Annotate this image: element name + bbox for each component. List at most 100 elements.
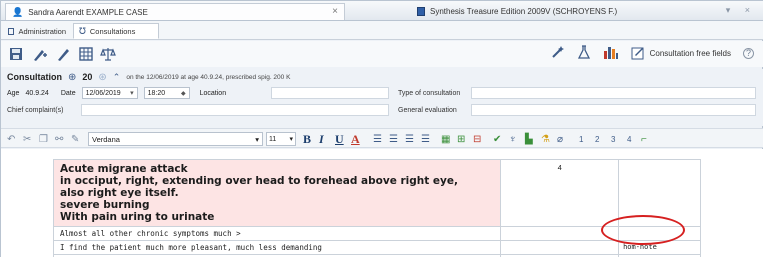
chief-complaint-input[interactable] [81, 104, 389, 116]
align-right-icon[interactable]: ☰ [405, 132, 414, 146]
table-row: Acute migrane attack in occiput, right, … [52, 159, 701, 227]
chevron-down-icon[interactable]: ▾ [130, 89, 134, 97]
time-field[interactable]: 18:20 ◆ [143, 87, 190, 99]
tab-administration[interactable]: Administration [3, 23, 71, 39]
type-of-consultation-input[interactable] [471, 87, 756, 99]
symptom-line: severe burning [60, 199, 150, 211]
font-size-value: 11 [269, 135, 277, 143]
scale-icon[interactable] [99, 46, 117, 62]
time-value: 18:20 [147, 89, 166, 97]
symptom-cell[interactable]: Almost all other chronic symptoms much > [52, 226, 502, 241]
age-value: 40.9.24 [25, 89, 49, 97]
location-label: Location [199, 89, 227, 97]
toolbar-right: Consultation free fields ? [551, 45, 754, 61]
collapse-icon[interactable]: ⌃ [113, 72, 121, 83]
id-card-icon [8, 27, 15, 35]
app-window: 👤 Sandra Aarendt EXAMPLE CASE × Synthesi… [0, 0, 763, 257]
window-controls[interactable]: ▾ × [726, 5, 756, 16]
copy-icon[interactable]: ❐ [39, 132, 48, 146]
flask-icon[interactable] [577, 45, 591, 61]
add-note-icon[interactable] [31, 46, 49, 62]
grade-cell[interactable]: 4 [500, 159, 620, 227]
delete-row-icon[interactable]: ⊟ [473, 132, 481, 146]
text-color-button[interactable]: A [351, 132, 360, 146]
highlighter-icon[interactable]: ✎ [71, 132, 79, 146]
save-icon[interactable] [7, 46, 25, 62]
underline-button[interactable]: U [335, 132, 344, 146]
tab-patient-label: Sandra Aarendt EXAMPLE CASE [28, 7, 148, 17]
general-evaluation-label: General evaluation [398, 107, 457, 114]
consultation-document[interactable]: Acute migrane attack in occiput, right, … [1, 149, 763, 257]
check-icon[interactable]: ✔ [493, 132, 501, 146]
consultation-summary: on the 12/06/2019 at age 40.9.24, prescr… [126, 73, 291, 81]
tab-consultations-label: Consultations [89, 26, 136, 36]
clear-format-icon[interactable]: ⌐ [641, 132, 647, 146]
repertory-icon[interactable]: ♆ [509, 132, 517, 146]
age-label: Age [7, 89, 20, 97]
align-left-icon[interactable]: ☰ [373, 132, 382, 146]
symptom-line: With pain uring to urinate [60, 211, 215, 223]
edit-icon[interactable] [55, 46, 73, 62]
align-center-icon[interactable]: ☰ [389, 132, 398, 146]
previous-consultation-icon[interactable]: ⊕ [68, 72, 76, 83]
help-icon[interactable]: ? [743, 47, 754, 59]
tab-administration-label: Administration [18, 26, 66, 36]
table-icon[interactable] [77, 46, 95, 62]
notes-table: Acute migrane attack in occiput, right, … [52, 159, 701, 257]
stethoscope-icon: ℧ [79, 25, 86, 36]
link-icon[interactable]: ⚯ [55, 132, 63, 146]
symptom-line: in occiput, right, extending over head t… [60, 175, 458, 187]
tab-consultations[interactable]: ℧ Consultations [73, 23, 159, 39]
consultation-info-panel: Consultation ⊕ 20 ⊛ ⌃ on the 12/06/2019 … [1, 69, 763, 126]
undo-icon[interactable]: ↶ [7, 132, 15, 146]
subtab-bar: Administration ℧ Consultations [1, 21, 763, 40]
date-value: 12/06/2019 [85, 89, 121, 97]
consultation-free-fields-button[interactable]: Consultation free fields [631, 46, 731, 60]
free-fields-icon [631, 47, 644, 60]
next-consultation-icon[interactable]: ⊛ [98, 72, 106, 83]
format-toolbar: ↶ ✂ ❐ ⚯ ✎ Verdana ▾ 11 ▾ B I U A ☰ ☰ ☰ ☰… [1, 128, 763, 148]
location-input[interactable] [271, 87, 389, 99]
type-of-consultation-label: Type of consultation [398, 90, 461, 97]
tab-repertory-label: Synthesis Treasure Edition 2009V (SCHROY… [430, 7, 618, 16]
tab-repertory[interactable]: Synthesis Treasure Edition 2009V (SCHROY… [411, 3, 701, 20]
date-label: Date [60, 89, 76, 97]
level-3-button[interactable]: 3 [611, 132, 615, 146]
font-size-select[interactable]: 11 ▾ [266, 132, 296, 146]
chart-icon[interactable]: ▙ [525, 132, 533, 146]
font-family-value: Verdana [92, 134, 120, 144]
window-tab-strip: 👤 Sandra Aarendt EXAMPLE CASE × Synthesi… [1, 1, 763, 21]
date-field[interactable]: 12/06/2019 ▾ [81, 87, 138, 99]
chevron-down-icon: ▾ [289, 136, 293, 143]
tab-patient[interactable]: 👤 Sandra Aarendt EXAMPLE CASE × [5, 3, 345, 20]
symptom-cell-main[interactable]: Acute migrane attack in occiput, right, … [52, 159, 502, 227]
level-4-button[interactable]: 4 [627, 132, 631, 146]
italic-button[interactable]: I [319, 132, 324, 146]
attach-icon[interactable]: ⌀ [557, 132, 563, 146]
symptom-line: Acute migrane attack [60, 163, 188, 175]
insert-row-icon[interactable]: ⊞ [457, 132, 465, 146]
chevron-down-icon: ▾ [255, 134, 259, 144]
cut-icon[interactable]: ✂ [23, 132, 31, 146]
book-icon [417, 7, 425, 16]
insert-table-icon[interactable]: ▦ [441, 132, 450, 146]
symptom-cell[interactable]: I find the patient much more pleasant, m… [52, 240, 502, 255]
bold-button[interactable]: B [303, 132, 311, 146]
annotation-oval [601, 215, 685, 245]
chief-complaint-label: Chief complaint(s) [7, 107, 64, 114]
remedy-icon[interactable]: ⚗ [541, 132, 550, 146]
symptom-line: also right eye itself. [60, 187, 179, 199]
grade-cell[interactable] [500, 240, 620, 255]
level-2-button[interactable]: 2 [595, 132, 599, 146]
font-family-select[interactable]: Verdana ▾ [88, 132, 263, 146]
free-fields-label: Consultation free fields [649, 48, 731, 58]
consultation-number: 20 [82, 72, 93, 82]
table-row: I find the patient much more pleasant, m… [52, 240, 701, 255]
close-icon[interactable]: × [332, 6, 338, 17]
time-stepper-icon[interactable]: ◆ [181, 90, 186, 97]
level-1-button[interactable]: 1 [579, 132, 583, 146]
bar-chart-icon[interactable] [603, 45, 619, 61]
justify-icon[interactable]: ☰ [421, 132, 430, 146]
wand-icon[interactable] [551, 45, 565, 61]
general-evaluation-input[interactable] [471, 104, 756, 116]
